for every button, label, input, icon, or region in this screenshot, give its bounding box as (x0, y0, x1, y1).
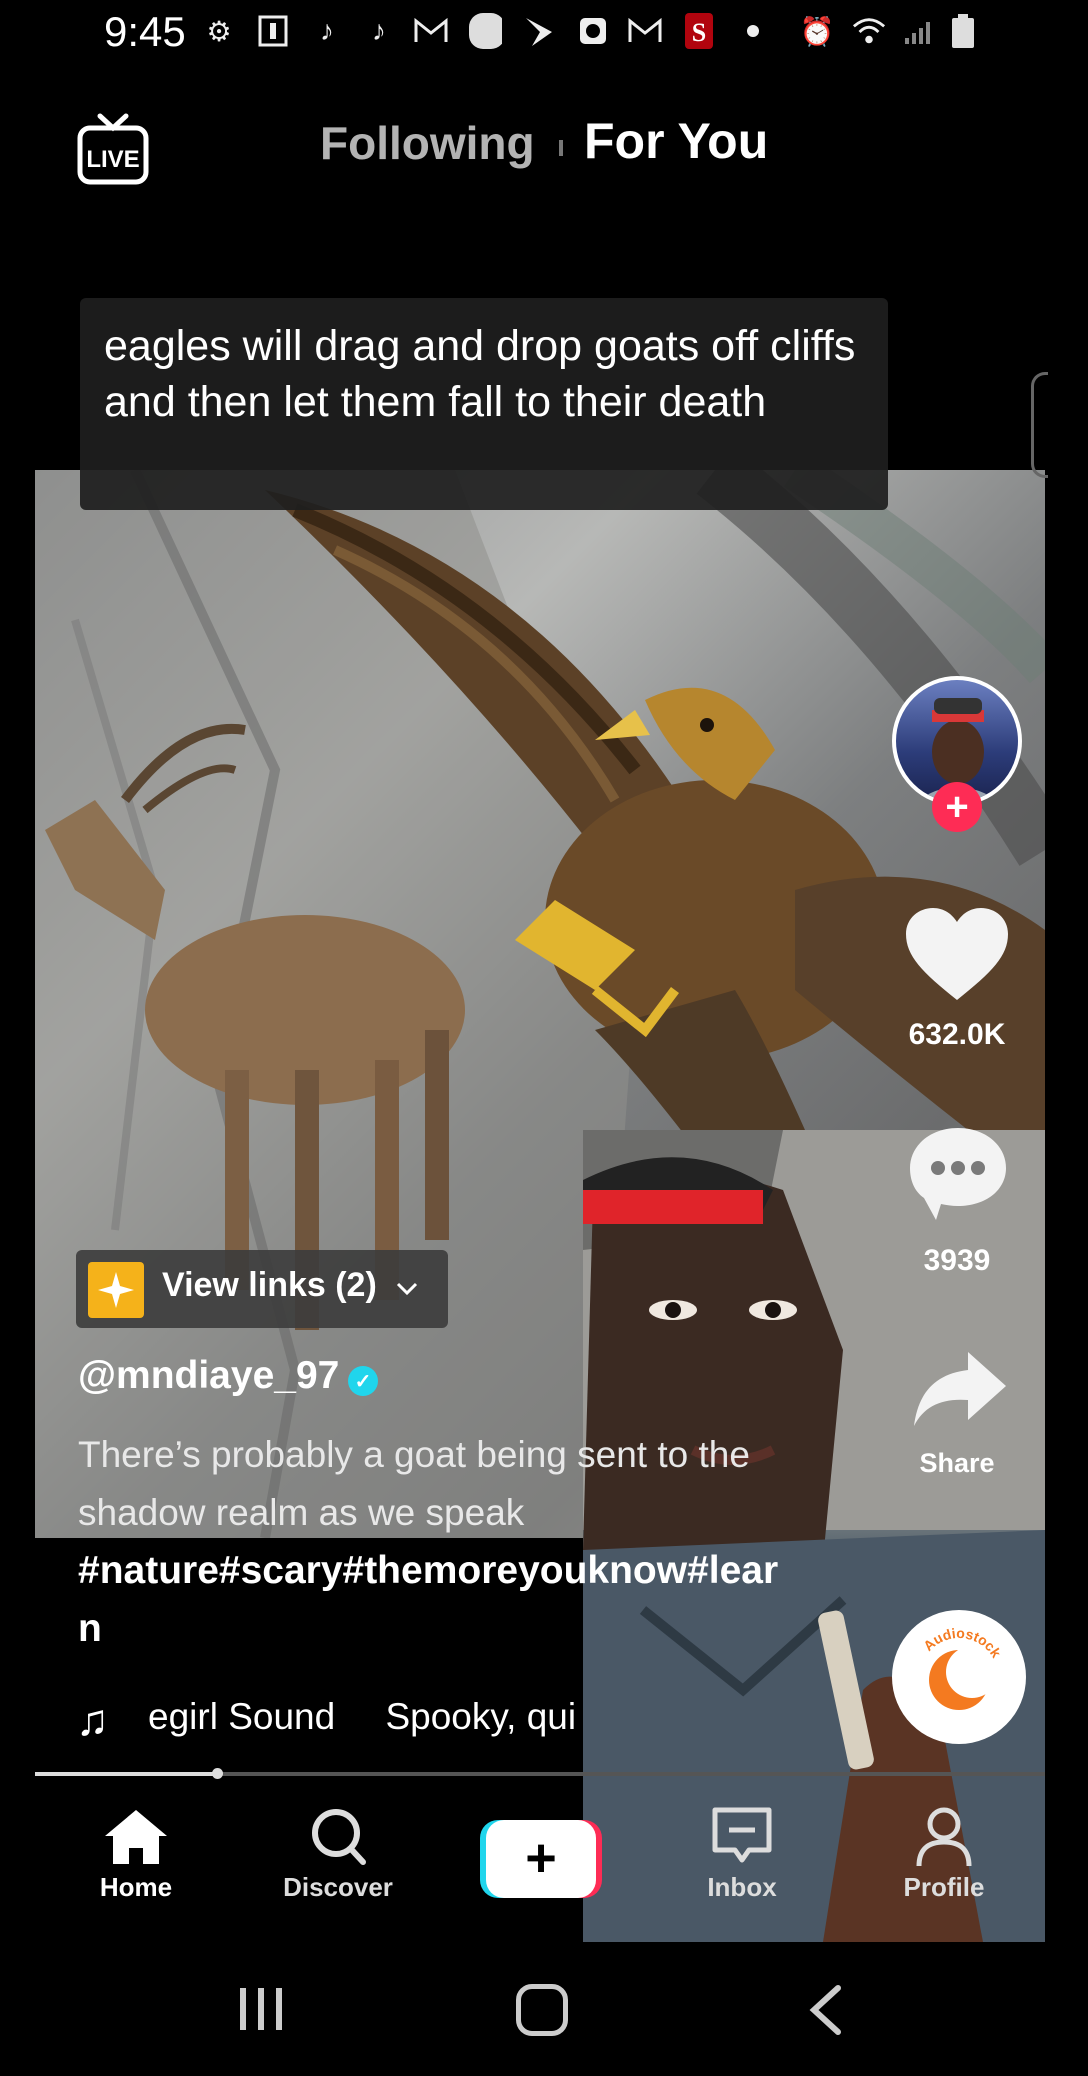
nav-home[interactable]: Home (56, 1806, 216, 1916)
info-icon (256, 14, 290, 48)
comment-count: 3939 (923, 1244, 991, 1277)
wifi-icon (852, 14, 886, 48)
share-button[interactable] (910, 1348, 1010, 1430)
tab-divider (559, 140, 563, 156)
side-panel-handle[interactable] (1031, 372, 1048, 478)
share-arrow-icon (914, 1352, 1006, 1426)
video-progress-bar[interactable] (35, 1768, 1045, 1779)
nav-home-label: Home (99, 1872, 173, 1902)
stanford-icon: S (682, 13, 716, 49)
post-hashtags[interactable]: #nature#scary#themoreyouknow#learn (78, 1542, 798, 1658)
status-bar: 9:45 ⚙ ♪ ♪ S ⏰ (0, 0, 1088, 70)
gmail-icon (414, 14, 448, 48)
heart-icon (906, 908, 1008, 1000)
inbox-icon (707, 1806, 777, 1868)
video-progress-knob[interactable] (211, 1768, 223, 1779)
music-note-icon: ♫ (76, 1696, 109, 1745)
search-icon (303, 1806, 373, 1868)
nav-inbox-label: Inbox (707, 1872, 777, 1902)
live-button[interactable]: LIVE (76, 112, 150, 186)
sparkle-icon (88, 1262, 144, 1318)
comment-icon (910, 1128, 1006, 1220)
sound-disc[interactable]: Audiostock (892, 1610, 1026, 1744)
share-label: Share (919, 1448, 995, 1478)
tiktok-icon: ♪ (320, 15, 334, 46)
nav-discover[interactable]: Discover (258, 1806, 418, 1916)
system-back-button[interactable] (806, 1984, 846, 2036)
tab-following[interactable]: Following (320, 116, 535, 170)
post-description: There’s probably a goat being sent to th… (78, 1434, 750, 1533)
profile-icon (909, 1806, 979, 1868)
alarm-icon: ⏰ (799, 15, 835, 47)
view-links-button[interactable]: View links (2) (76, 1250, 448, 1328)
battery-icon (946, 14, 980, 48)
svg-text:S: S (692, 18, 706, 47)
live-label: LIVE (86, 146, 139, 173)
system-home-button[interactable] (516, 1984, 568, 2036)
circle-icon (468, 13, 502, 49)
gmail-icon (628, 14, 662, 48)
plus-icon: + (525, 1828, 557, 1888)
clock-app-icon (576, 14, 610, 48)
chevron-down-icon (396, 1266, 418, 1305)
video-caption-overlay: eagles will drag and drop goats off clif… (80, 298, 888, 510)
creator-username[interactable]: @mndiaye_97 (78, 1354, 339, 1398)
tiktok-icon: ♪ (372, 15, 386, 46)
like-button[interactable] (902, 906, 1012, 1006)
status-time: 9:45 (104, 8, 186, 55)
nav-profile[interactable]: Profile (864, 1806, 1024, 1916)
video-progress-fill (35, 1772, 217, 1776)
sound-segment: egirl Sound (148, 1696, 336, 1737)
tab-for-you[interactable]: For You (584, 112, 768, 170)
nav-discover-label: Discover (283, 1872, 393, 1902)
verified-badge-icon: ✓ (348, 1366, 378, 1396)
view-links-label: View links (2) (162, 1266, 418, 1305)
sprint-icon (522, 14, 556, 48)
dot-icon (736, 14, 770, 48)
like-count: 632.0K (908, 1018, 1006, 1051)
gear-icon: ⚙ (206, 15, 232, 47)
sound-segment: Spooky, qui (385, 1696, 577, 1737)
comment-button[interactable] (906, 1124, 1010, 1224)
nav-profile-label: Profile (903, 1872, 985, 1902)
home-icon (101, 1806, 171, 1868)
create-button[interactable]: + (480, 1820, 602, 1898)
sound-name-marquee[interactable]: egirl Sound Spooky, qui (148, 1696, 578, 1738)
signal-icon (902, 14, 936, 48)
nav-inbox[interactable]: Inbox (662, 1806, 822, 1916)
follow-button[interactable]: + (932, 782, 982, 832)
system-recents-button[interactable] (236, 1986, 286, 2032)
